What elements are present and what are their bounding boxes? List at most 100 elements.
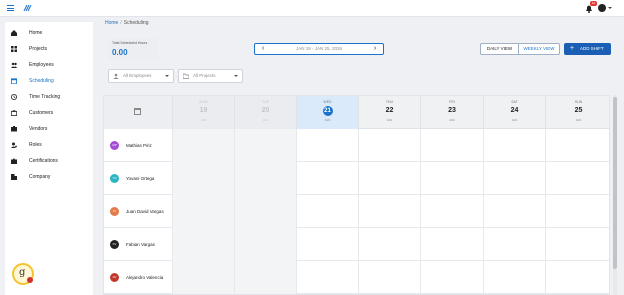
shift-cell[interactable] xyxy=(420,195,483,228)
shift-cell[interactable] xyxy=(296,195,358,228)
sidebar-item-roles[interactable]: Roles xyxy=(5,139,93,151)
chevron-down-icon[interactable] xyxy=(608,7,612,9)
date-range-label[interactable]: JAN 19 - JAN 25, 2026 xyxy=(275,44,363,54)
shift-cell[interactable] xyxy=(234,195,296,228)
employee-name: Mathias Piriz xyxy=(126,143,152,148)
sidebar-item-employees[interactable]: Employees xyxy=(5,59,93,71)
employee-cell[interactable]: AV Alejandro Valencia xyxy=(104,261,172,294)
sidebar-item-company[interactable]: Company xyxy=(5,171,93,183)
sidebar-item-home[interactable]: Home xyxy=(5,27,93,39)
shift-cell[interactable] xyxy=(172,162,234,195)
avatar: FV xyxy=(110,240,119,249)
day-header-fri[interactable]: FRI 23 JAN xyxy=(420,96,483,129)
table-row: FV Fabian Vargas xyxy=(104,228,609,261)
menu-icon[interactable] xyxy=(7,5,14,11)
sidebar-item-certifications[interactable]: Certifications xyxy=(5,155,93,167)
add-shift-button[interactable]: + ADD SHIFT xyxy=(564,43,611,55)
shift-cell[interactable] xyxy=(420,261,483,294)
day-name: MON xyxy=(199,100,208,104)
employee-cell[interactable]: JV Juan David Vargas xyxy=(104,195,172,228)
calendar-icon[interactable] xyxy=(134,108,141,115)
shift-cell[interactable] xyxy=(172,129,234,162)
chevron-right-icon[interactable]: › xyxy=(369,44,381,54)
shift-cell[interactable] xyxy=(296,228,358,261)
sidebar-item-vendors[interactable]: Vendors xyxy=(5,123,93,135)
shift-cell[interactable] xyxy=(483,228,545,261)
shift-cell[interactable] xyxy=(545,129,609,162)
certifications-icon xyxy=(11,158,17,164)
sidebar-item-customers[interactable]: Customers xyxy=(5,107,93,119)
date-range-navigator: ‹ JAN 19 - JAN 25, 2026 › xyxy=(254,43,384,55)
help-chat-button[interactable]: g xyxy=(12,263,34,285)
day-date: 24 xyxy=(510,107,519,114)
day-name: WED xyxy=(323,100,332,104)
shift-cell[interactable] xyxy=(358,195,420,228)
shift-cell[interactable] xyxy=(358,129,420,162)
shift-cell[interactable] xyxy=(545,228,609,261)
shift-cell[interactable] xyxy=(358,228,420,261)
day-date: 19 xyxy=(199,107,208,114)
shift-cell[interactable] xyxy=(483,162,545,195)
daily-view-button[interactable]: DAILY VIEW xyxy=(481,44,519,54)
sidebar-item-projects[interactable]: Projects xyxy=(5,43,93,55)
shift-cell[interactable] xyxy=(483,129,545,162)
logo[interactable] xyxy=(23,4,32,12)
employees-filter[interactable]: All Employees xyxy=(108,69,174,83)
employee-cell[interactable]: MP Mathias Piriz xyxy=(104,129,172,162)
shift-cell[interactable] xyxy=(420,129,483,162)
weekly-view-button[interactable]: WEEKLY VIEW xyxy=(519,44,559,54)
day-header-sat[interactable]: SAT 24 JAN xyxy=(483,96,545,129)
shift-cell[interactable] xyxy=(358,162,420,195)
shift-cell[interactable] xyxy=(234,228,296,261)
employee-cell[interactable]: FV Fabian Vargas xyxy=(104,228,172,261)
shift-cell[interactable] xyxy=(545,261,609,294)
day-header-thu[interactable]: THU 22 JAN xyxy=(358,96,420,129)
top-bar: 10 xyxy=(0,0,624,17)
day-header-tue[interactable]: TUE 20 JAN xyxy=(234,96,296,129)
projects-filter[interactable]: All Projects xyxy=(178,69,243,83)
sidebar-item-scheduling[interactable]: Scheduling xyxy=(5,75,93,87)
shift-cell[interactable] xyxy=(545,162,609,195)
avatar: JV xyxy=(110,207,119,216)
employee-name: Alejandro Valencia xyxy=(126,275,164,280)
user-avatar[interactable] xyxy=(598,4,606,12)
calendar-icon xyxy=(11,78,17,84)
shift-cell[interactable] xyxy=(420,162,483,195)
home-icon xyxy=(11,30,17,36)
shift-cell[interactable] xyxy=(296,261,358,294)
shift-cell[interactable] xyxy=(172,195,234,228)
day-header-mon[interactable]: MON 19 JAN xyxy=(172,96,234,129)
calendar-header: MON 19 JAN TUE 20 JAN WED 21 JAN THU 22 JAN FRI 23 JAN… xyxy=(104,96,609,129)
day-header-wed[interactable]: WED 21 JAN xyxy=(296,96,358,129)
shift-cell[interactable] xyxy=(545,195,609,228)
shift-cell[interactable] xyxy=(296,129,358,162)
shift-cell[interactable] xyxy=(420,228,483,261)
shift-cell[interactable] xyxy=(172,261,234,294)
shift-cell[interactable] xyxy=(296,162,358,195)
day-name: FRI xyxy=(449,100,455,104)
roles-icon xyxy=(11,142,17,148)
sidebar-item-label: Time Tracking xyxy=(29,94,61,100)
day-month: JAN xyxy=(324,118,331,122)
chat-logo-icon: g xyxy=(19,267,26,278)
employees-icon xyxy=(11,62,17,68)
breadcrumb-home[interactable]: Home xyxy=(105,20,118,26)
shift-cell[interactable] xyxy=(172,228,234,261)
day-header-sun[interactable]: SUN 25 JAN xyxy=(545,96,609,129)
shift-cell[interactable] xyxy=(483,195,545,228)
scrollbar-thumb[interactable] xyxy=(613,97,617,269)
employee-cell[interactable]: YO Yovani Ortega xyxy=(104,162,172,195)
shift-cell[interactable] xyxy=(234,129,296,162)
table-row: MP Mathias Piriz xyxy=(104,129,609,162)
schedule-calendar: MON 19 JAN TUE 20 JAN WED 21 JAN THU 22 JAN FRI 23 JAN… xyxy=(103,95,610,295)
vertical-scrollbar[interactable] xyxy=(613,95,617,295)
day-date: 22 xyxy=(385,107,394,114)
chevron-left-icon[interactable]: ‹ xyxy=(257,44,269,54)
shift-cell[interactable] xyxy=(234,162,296,195)
sidebar-item-time-tracking[interactable]: Time Tracking xyxy=(5,91,93,103)
day-month: JAN xyxy=(575,118,582,122)
shift-cell[interactable] xyxy=(483,261,545,294)
shift-cell[interactable] xyxy=(234,261,296,294)
shift-cell[interactable] xyxy=(358,261,420,294)
plus-icon: + xyxy=(570,45,575,52)
